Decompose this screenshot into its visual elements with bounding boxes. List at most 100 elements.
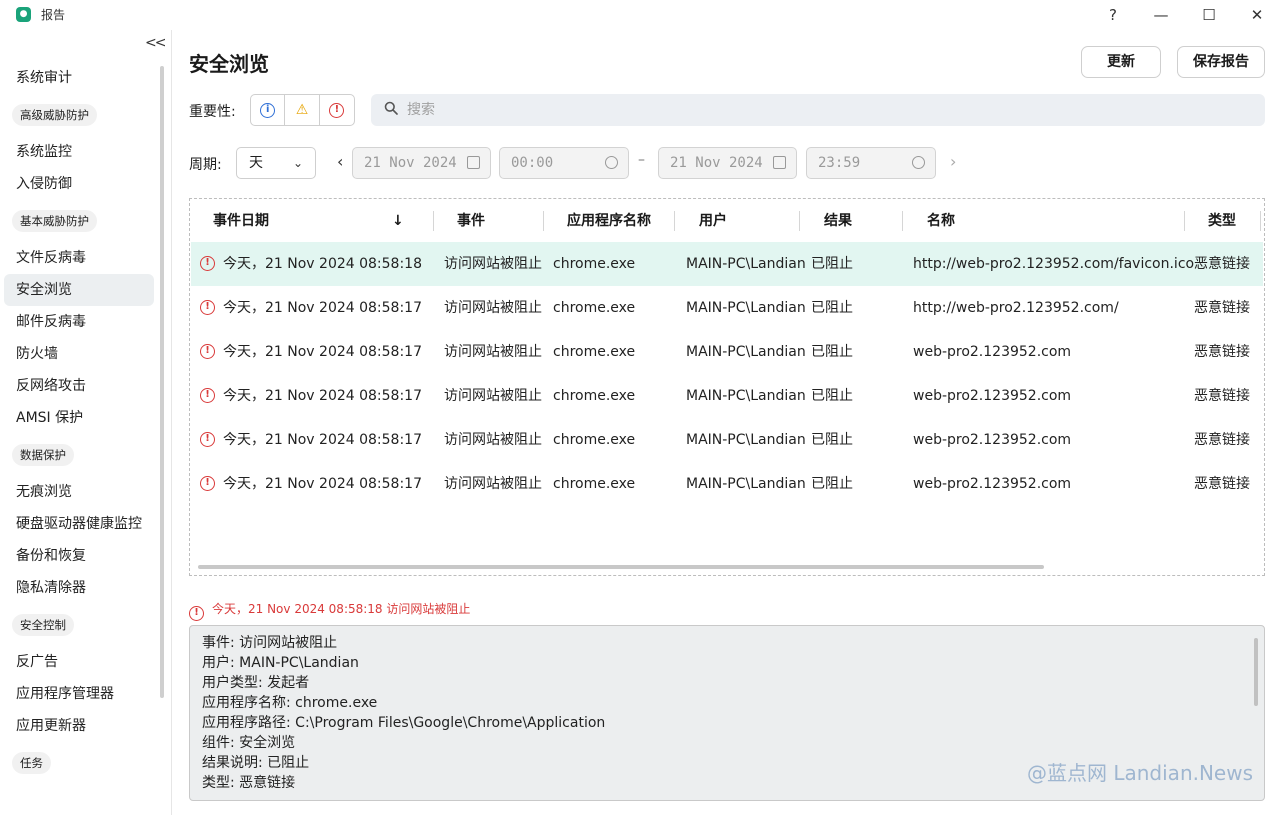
sidebar-item[interactable]: 无痕浏览 xyxy=(4,476,154,508)
app-logo-icon: ● xyxy=(16,7,31,22)
sidebar-item[interactable]: 系统审计 xyxy=(4,62,154,94)
error-icon: ! xyxy=(200,476,215,491)
column-header-type[interactable]: 类型 xyxy=(1208,207,1236,235)
cell-user: MAIN-PC\Landian xyxy=(686,344,806,360)
table-row[interactable]: ! 今天，21 Nov 2024 08:58:17 访问网站被阻止 chrome.ex… xyxy=(191,286,1263,330)
severity-label: 重要性: xyxy=(189,104,236,120)
cell-app: chrome.exe xyxy=(553,476,636,492)
sidebar-item[interactable]: 防火墙 xyxy=(4,338,154,370)
column-header-date[interactable]: 事件日期 xyxy=(213,207,269,235)
maximize-button[interactable]: ☐ xyxy=(1194,3,1224,27)
severity-warning-button[interactable]: ⚠ xyxy=(285,95,320,125)
cell-event: 访问网站被阻止 xyxy=(444,476,542,492)
severity-error-button[interactable]: ! xyxy=(320,95,354,125)
sidebar-item[interactable]: 安全浏览 xyxy=(4,274,154,306)
search-input[interactable] xyxy=(407,94,1247,126)
cell-app: chrome.exe xyxy=(553,300,636,316)
end-date-field[interactable]: 21 Nov 2024 xyxy=(658,147,797,179)
cell-event: 访问网站被阻止 xyxy=(444,256,542,272)
sidebar-item[interactable]: 反网络攻击 xyxy=(4,370,154,402)
sidebar: << 系统审计 高级威胁防护 系统监控 入侵防御 基本威胁防护 文件反病毒 安全浏览 邮件反病… xyxy=(0,30,172,815)
start-time-value: 00:00 xyxy=(511,155,554,171)
info-icon: i xyxy=(260,102,276,118)
column-header-name[interactable]: 名称 xyxy=(927,207,955,235)
start-date-value: 21 Nov 2024 xyxy=(364,155,457,171)
error-icon: ! xyxy=(189,606,204,621)
save-report-button[interactable]: 保存报告 xyxy=(1177,46,1265,78)
collapse-sidebar-icon[interactable]: << xyxy=(145,35,167,51)
sidebar-item[interactable]: 隐私清除器 xyxy=(4,572,154,604)
period-value: 天 xyxy=(249,155,263,171)
column-divider[interactable] xyxy=(799,211,800,231)
cell-date: 今天，21 Nov 2024 08:58:17 xyxy=(223,300,422,316)
cell-type: 恶意链接 xyxy=(1194,388,1250,404)
cell-user: MAIN-PC\Landian xyxy=(686,300,806,316)
cell-app: chrome.exe xyxy=(553,432,636,448)
start-date-field[interactable]: 21 Nov 2024 xyxy=(352,147,491,179)
horizontal-scrollbar[interactable] xyxy=(198,565,1044,569)
table-row[interactable]: ! 今天，21 Nov 2024 08:58:18 访问网站被阻止 chrome.ex… xyxy=(191,242,1263,286)
search-icon xyxy=(384,101,398,115)
column-header-event[interactable]: 事件 xyxy=(457,207,485,235)
cell-result: 已阻止 xyxy=(811,256,853,272)
close-button[interactable]: ✕ xyxy=(1242,3,1272,27)
prev-period-button[interactable]: ‹ xyxy=(337,152,343,171)
warning-icon: ⚠ xyxy=(295,102,309,118)
sidebar-item[interactable]: 文件反病毒 xyxy=(4,242,154,274)
refresh-button[interactable]: 更新 xyxy=(1081,46,1161,78)
column-header-result[interactable]: 结果 xyxy=(824,207,852,235)
table-row[interactable]: ! 今天，21 Nov 2024 08:58:17 访问网站被阻止 chrome.ex… xyxy=(191,330,1263,374)
cell-event: 访问网站被阻止 xyxy=(444,388,542,404)
page-title: 安全浏览 xyxy=(189,52,269,76)
minimize-button[interactable]: — xyxy=(1146,3,1176,27)
cell-result: 已阻止 xyxy=(811,432,853,448)
nav-group-label: 数据保护 xyxy=(12,444,74,466)
clock-icon[interactable] xyxy=(912,156,925,169)
column-divider[interactable] xyxy=(1260,211,1261,231)
detail-header-text: 今天，21 Nov 2024 08:58:18 访问网站被阻止 xyxy=(212,602,471,616)
cell-name: web-pro2.123952.com xyxy=(913,476,1072,492)
detail-header: ! 今天，21 Nov 2024 08:58:18 访问网站被阻止 xyxy=(189,600,471,621)
error-icon: ! xyxy=(329,102,345,118)
column-divider[interactable] xyxy=(1184,211,1185,231)
end-time-field[interactable]: 23:59 xyxy=(806,147,936,179)
table-row[interactable]: ! 今天，21 Nov 2024 08:58:17 访问网站被阻止 chrome.ex… xyxy=(191,462,1263,506)
column-divider[interactable] xyxy=(902,211,903,231)
table-row[interactable]: ! 今天，21 Nov 2024 08:58:17 访问网站被阻止 chrome.ex… xyxy=(191,374,1263,418)
start-time-field[interactable]: 00:00 xyxy=(499,147,629,179)
clock-icon[interactable] xyxy=(605,156,618,169)
column-divider[interactable] xyxy=(543,211,544,231)
next-period-button[interactable]: › xyxy=(950,152,956,171)
help-button[interactable]: ? xyxy=(1098,3,1128,27)
sidebar-item[interactable]: 入侵防御 xyxy=(4,168,154,200)
sort-desc-icon[interactable]: ↓ xyxy=(392,207,404,235)
search-box xyxy=(371,94,1265,126)
period-select[interactable]: 天 ⌄ xyxy=(236,147,316,179)
cell-type: 恶意链接 xyxy=(1194,344,1250,360)
sidebar-item[interactable]: AMSI 保护 xyxy=(4,402,154,434)
column-header-app[interactable]: 应用程序名称 xyxy=(567,207,651,235)
cell-event: 访问网站被阻止 xyxy=(444,344,542,360)
sidebar-item[interactable]: 系统监控 xyxy=(4,136,154,168)
severity-info-button[interactable]: i xyxy=(251,95,286,125)
nav-group-label: 任务 xyxy=(12,752,51,774)
column-divider[interactable] xyxy=(674,211,675,231)
cell-date: 今天，21 Nov 2024 08:58:17 xyxy=(223,432,422,448)
table-row[interactable]: ! 今天，21 Nov 2024 08:58:17 访问网站被阻止 chrome.ex… xyxy=(191,418,1263,462)
period-label: 周期: xyxy=(189,157,222,173)
sidebar-item[interactable]: 反广告 xyxy=(4,646,154,678)
cell-date: 今天，21 Nov 2024 08:58:17 xyxy=(223,476,422,492)
sidebar-scrollbar[interactable] xyxy=(160,66,164,698)
sidebar-item[interactable]: 应用更新器 xyxy=(4,710,154,742)
detail-scrollbar[interactable] xyxy=(1254,638,1258,706)
cell-user: MAIN-PC\Landian xyxy=(686,256,806,272)
column-divider[interactable] xyxy=(433,211,434,231)
sidebar-item[interactable]: 应用程序管理器 xyxy=(4,678,154,710)
column-header-user[interactable]: 用户 xyxy=(699,207,727,235)
sidebar-item[interactable]: 备份和恢复 xyxy=(4,540,154,572)
sidebar-item[interactable]: 硬盘驱动器健康监控 xyxy=(4,508,154,540)
calendar-icon[interactable] xyxy=(773,156,786,169)
sidebar-item[interactable]: 邮件反病毒 xyxy=(4,306,154,338)
calendar-icon[interactable] xyxy=(467,156,480,169)
cell-user: MAIN-PC\Landian xyxy=(686,388,806,404)
